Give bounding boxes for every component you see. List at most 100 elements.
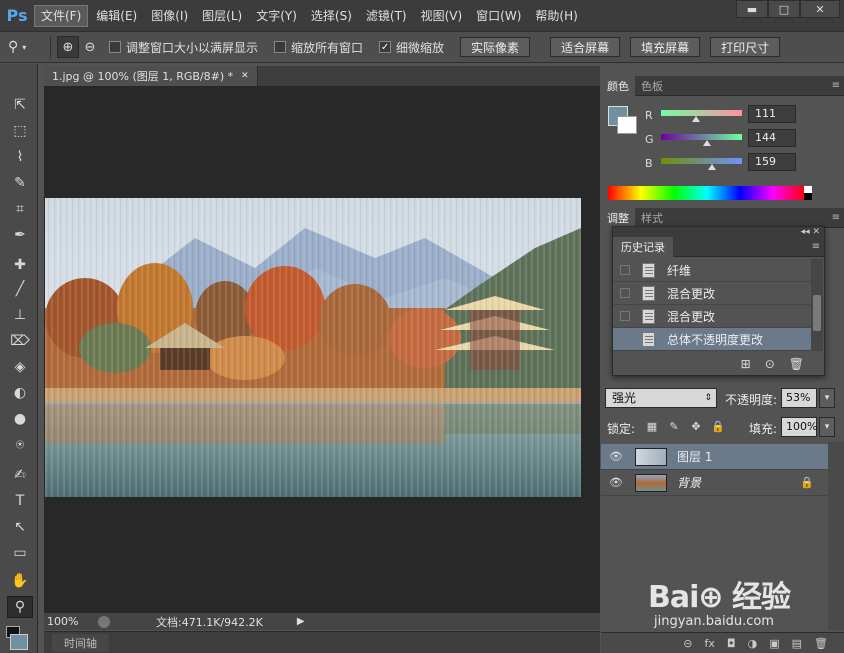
history-snapshot-checkbox[interactable] [620, 288, 630, 298]
delete-layer-trash-icon[interactable]: 🗑 [814, 637, 828, 650]
lock-transparent-pixels-icon[interactable]: ▦ [645, 420, 659, 434]
link-layers-icon[interactable]: ⊝ [683, 637, 692, 650]
history-panel-header[interactable]: ◂◂ ✕ [613, 227, 824, 237]
history-brush-tool-icon[interactable]: ⌦ [7, 330, 33, 352]
document-tab[interactable]: 1.jpg @ 100% (图层 1, RGB/8#) * ✕ [44, 66, 258, 86]
menu-view[interactable]: 视图(V) [415, 5, 469, 27]
history-item[interactable]: 纤维 [613, 259, 811, 282]
restore-button[interactable]: □ [768, 0, 800, 18]
blue-track[interactable] [661, 158, 742, 164]
new-group-folder-icon[interactable]: ▣ [769, 637, 779, 650]
red-thumb[interactable] [692, 116, 701, 122]
adjustments-menu-icon[interactable]: ≡ [832, 212, 840, 223]
lock-all-icon[interactable]: 🔒 [711, 420, 725, 434]
adjustment-layer-icon[interactable]: ◑ [748, 637, 758, 650]
minimize-button[interactable]: ▬ [736, 0, 768, 18]
fill-input[interactable]: 100% [781, 417, 817, 437]
menu-select[interactable]: 选择(S) [305, 5, 358, 27]
color-spectrum-ramp[interactable] [608, 186, 812, 200]
menu-filter[interactable]: 滤镜(T) [360, 5, 413, 27]
tab-adjustments[interactable]: 调整 [601, 207, 635, 228]
timeline-tab[interactable]: 时间轴 [52, 633, 109, 652]
new-document-from-state-icon[interactable]: ⊞ [741, 357, 751, 371]
history-scrollbar[interactable] [811, 259, 823, 351]
layer-row-background[interactable]: 👁 背景 🔒 [601, 470, 828, 496]
red-slider[interactable]: R 111 [641, 105, 841, 128]
tab-history[interactable]: 历史记录 [613, 236, 673, 257]
new-layer-icon[interactable]: ▤ [792, 637, 802, 650]
scrubby-zoom-checkbox[interactable]: ✓ [379, 41, 392, 53]
zoom-level[interactable]: 100% [44, 615, 94, 628]
zoom-all-windows-checkbox[interactable] [274, 41, 287, 53]
print-size-button[interactable]: 打印尺寸 [710, 37, 781, 57]
status-menu-arrow-icon[interactable]: ▶ [297, 616, 305, 627]
visibility-eye-icon[interactable]: 👁 [609, 476, 627, 489]
lock-image-pixels-icon[interactable]: ✎ [667, 420, 681, 434]
document-image[interactable] [45, 198, 581, 497]
visibility-eye-icon[interactable]: 👁 [609, 450, 627, 463]
menu-edit[interactable]: 编辑(E) [90, 5, 143, 27]
layer-style-fx-icon[interactable]: fx [705, 637, 715, 650]
red-track[interactable] [661, 110, 742, 116]
red-value-input[interactable]: 111 [748, 105, 796, 123]
color-background-swatch[interactable] [617, 116, 637, 134]
history-item-selected[interactable]: 总体不透明度更改 [613, 328, 811, 351]
fit-screen-button[interactable]: 适合屏幕 [550, 37, 621, 57]
history-snapshot-checkbox[interactable] [620, 311, 630, 321]
brush-tool-icon[interactable]: ╱ [7, 278, 33, 300]
move-tool-icon[interactable]: ⇱ [7, 94, 33, 116]
menu-layer[interactable]: 图层(L) [196, 5, 248, 27]
hand-tool-icon[interactable]: ✋ [7, 570, 33, 592]
blur-tool-icon[interactable]: ● [7, 408, 33, 430]
green-value-input[interactable]: 144 [748, 129, 796, 147]
history-menu-icon[interactable]: ≡ [812, 241, 820, 252]
layer-row-layer1[interactable]: 👁 图层 1 [601, 444, 828, 470]
blend-mode-select[interactable]: 强光 ⇕ [605, 388, 717, 408]
zoom-tool-icon[interactable]: ⚲ [7, 596, 33, 618]
shape-tool-icon[interactable]: ▭ [7, 542, 33, 564]
history-item[interactable]: 混合更改 [613, 305, 811, 328]
color-panel-menu-icon[interactable]: ≡ [832, 80, 840, 91]
type-tool-icon[interactable]: T [7, 490, 33, 512]
close-button[interactable]: ✕ [800, 0, 840, 18]
background-color-swatch[interactable] [10, 634, 28, 650]
zoom-out-icon[interactable]: ⊖ [79, 36, 101, 58]
tab-close-icon[interactable]: ✕ [241, 71, 249, 81]
quick-select-tool-icon[interactable]: ✎ [7, 172, 33, 194]
pen-tool-icon[interactable]: ✍ [7, 464, 33, 486]
zoom-in-icon[interactable]: ⊕ [57, 36, 79, 58]
gradient-tool-icon[interactable]: ◐ [7, 382, 33, 404]
status-info-icon[interactable] [98, 615, 110, 628]
fill-dropdown-icon[interactable]: ▾ [819, 417, 835, 437]
menu-window[interactable]: 窗口(W) [470, 5, 527, 27]
history-scroll-thumb[interactable] [813, 295, 821, 331]
black-white-ramp[interactable] [804, 186, 812, 200]
history-snapshot-checkbox[interactable] [620, 334, 630, 344]
tab-swatches[interactable]: 色板 [635, 76, 669, 96]
menu-type[interactable]: 文字(Y) [250, 5, 303, 27]
green-track[interactable] [661, 134, 742, 140]
history-snapshot-checkbox[interactable] [620, 265, 630, 275]
history-item[interactable]: 混合更改 [613, 282, 811, 305]
menu-file[interactable]: 文件(F) [34, 4, 89, 27]
green-slider[interactable]: G 144 [641, 129, 841, 152]
menu-image[interactable]: 图像(I) [145, 5, 194, 27]
new-snapshot-camera-icon[interactable]: ⊙ [765, 357, 775, 371]
opacity-input[interactable]: 53% [781, 388, 817, 408]
marquee-tool-icon[interactable]: ⬚ [7, 120, 33, 142]
lock-position-icon[interactable]: ✥ [689, 420, 703, 434]
zoom-tool-preset-icon[interactable]: ⚲ ▾ [8, 35, 44, 59]
blue-value-input[interactable]: 159 [748, 153, 796, 171]
tab-styles[interactable]: 样式 [635, 208, 669, 228]
eraser-tool-icon[interactable]: ◈ [7, 356, 33, 378]
dodge-tool-icon[interactable]: ⍟ [7, 434, 33, 456]
lasso-tool-icon[interactable]: ⌇ [7, 146, 33, 168]
green-thumb[interactable] [702, 140, 711, 146]
canvas-area[interactable] [44, 86, 600, 612]
healing-brush-tool-icon[interactable]: ✚ [7, 254, 33, 276]
opacity-dropdown-icon[interactable]: ▾ [819, 388, 835, 408]
eyedropper-tool-icon[interactable]: ✒ [7, 224, 33, 246]
clone-stamp-tool-icon[interactable]: ⊥ [7, 304, 33, 326]
actual-pixels-button[interactable]: 实际像素 [460, 37, 531, 57]
crop-tool-icon[interactable]: ⌗ [7, 198, 33, 220]
